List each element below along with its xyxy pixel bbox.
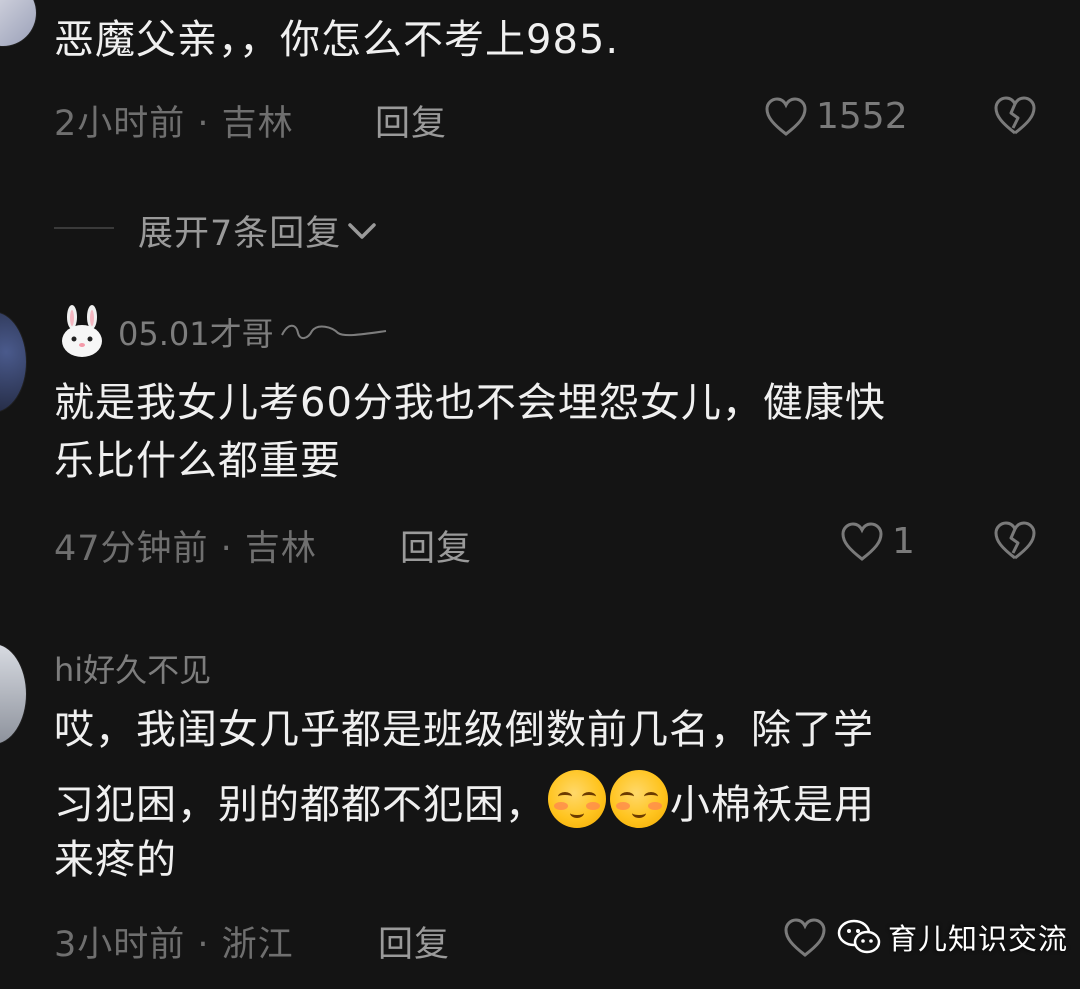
heart-icon xyxy=(841,521,883,561)
like-count: 1 xyxy=(892,521,915,562)
comment-text: 习犯困，别的都都不犯困， 小棉袄是用 xyxy=(54,770,875,832)
sleepy-emoji-icon xyxy=(548,770,606,828)
reply-button[interactable]: 回复 xyxy=(375,95,447,146)
divider xyxy=(54,227,114,229)
avatar[interactable] xyxy=(0,312,26,412)
username-text: 05.01才哥 xyxy=(118,315,274,353)
broken-heart-icon xyxy=(994,521,1036,560)
comment-time-location: 47分钟前 · 吉林 xyxy=(54,529,317,569)
expand-replies-button[interactable]: 展开7条回复 xyxy=(138,205,379,256)
dislike-button[interactable] xyxy=(993,521,1037,565)
expand-replies-label: 展开7条回复 xyxy=(138,214,342,254)
comment-text: 就是我女儿考60分我也不会埋怨女儿，健康快 xyxy=(54,380,886,426)
username[interactable]: 05.01才哥 xyxy=(58,305,388,359)
watermark-text: 育儿知识交流 xyxy=(888,922,1069,956)
avatar[interactable] xyxy=(0,0,36,46)
username[interactable]: hi好久不见 xyxy=(54,645,211,691)
like-count: 1552 xyxy=(816,96,908,137)
reply-button[interactable]: 回复 xyxy=(378,916,450,967)
heart-icon xyxy=(784,918,826,957)
heart-icon xyxy=(765,96,807,136)
like-button[interactable] xyxy=(783,918,827,962)
comment-text-part: 小棉袄是用 xyxy=(670,782,875,828)
comment-text-part: 习犯困，别的都都不犯困， xyxy=(54,782,546,828)
like-button[interactable]: 1552 xyxy=(764,96,908,137)
comment-text: 恶魔父亲，，你怎么不考上985. xyxy=(54,17,620,63)
comment-text: 来疼的 xyxy=(54,837,177,883)
broken-heart-icon xyxy=(994,96,1036,135)
reply-button[interactable]: 回复 xyxy=(400,520,472,571)
rabbit-icon xyxy=(62,305,102,357)
avatar[interactable] xyxy=(0,644,26,744)
like-button[interactable]: 1 xyxy=(840,521,915,562)
comment-time-location: 3小时前 · 浙江 xyxy=(54,925,294,965)
watermark: 育儿知识交流 xyxy=(836,916,1068,958)
chevron-down-icon xyxy=(348,222,377,239)
dislike-button[interactable] xyxy=(993,96,1037,140)
sleepy-emoji-icon xyxy=(610,770,668,828)
comment-text: 哎，我闺女几乎都是班级倒数前几名，除了学 xyxy=(54,707,874,753)
decorative-swirl xyxy=(280,324,386,339)
wechat-icon xyxy=(837,919,881,954)
comment-time-location: 2小时前 · 吉林 xyxy=(54,104,294,144)
comment-text: 乐比什么都重要 xyxy=(54,438,341,484)
